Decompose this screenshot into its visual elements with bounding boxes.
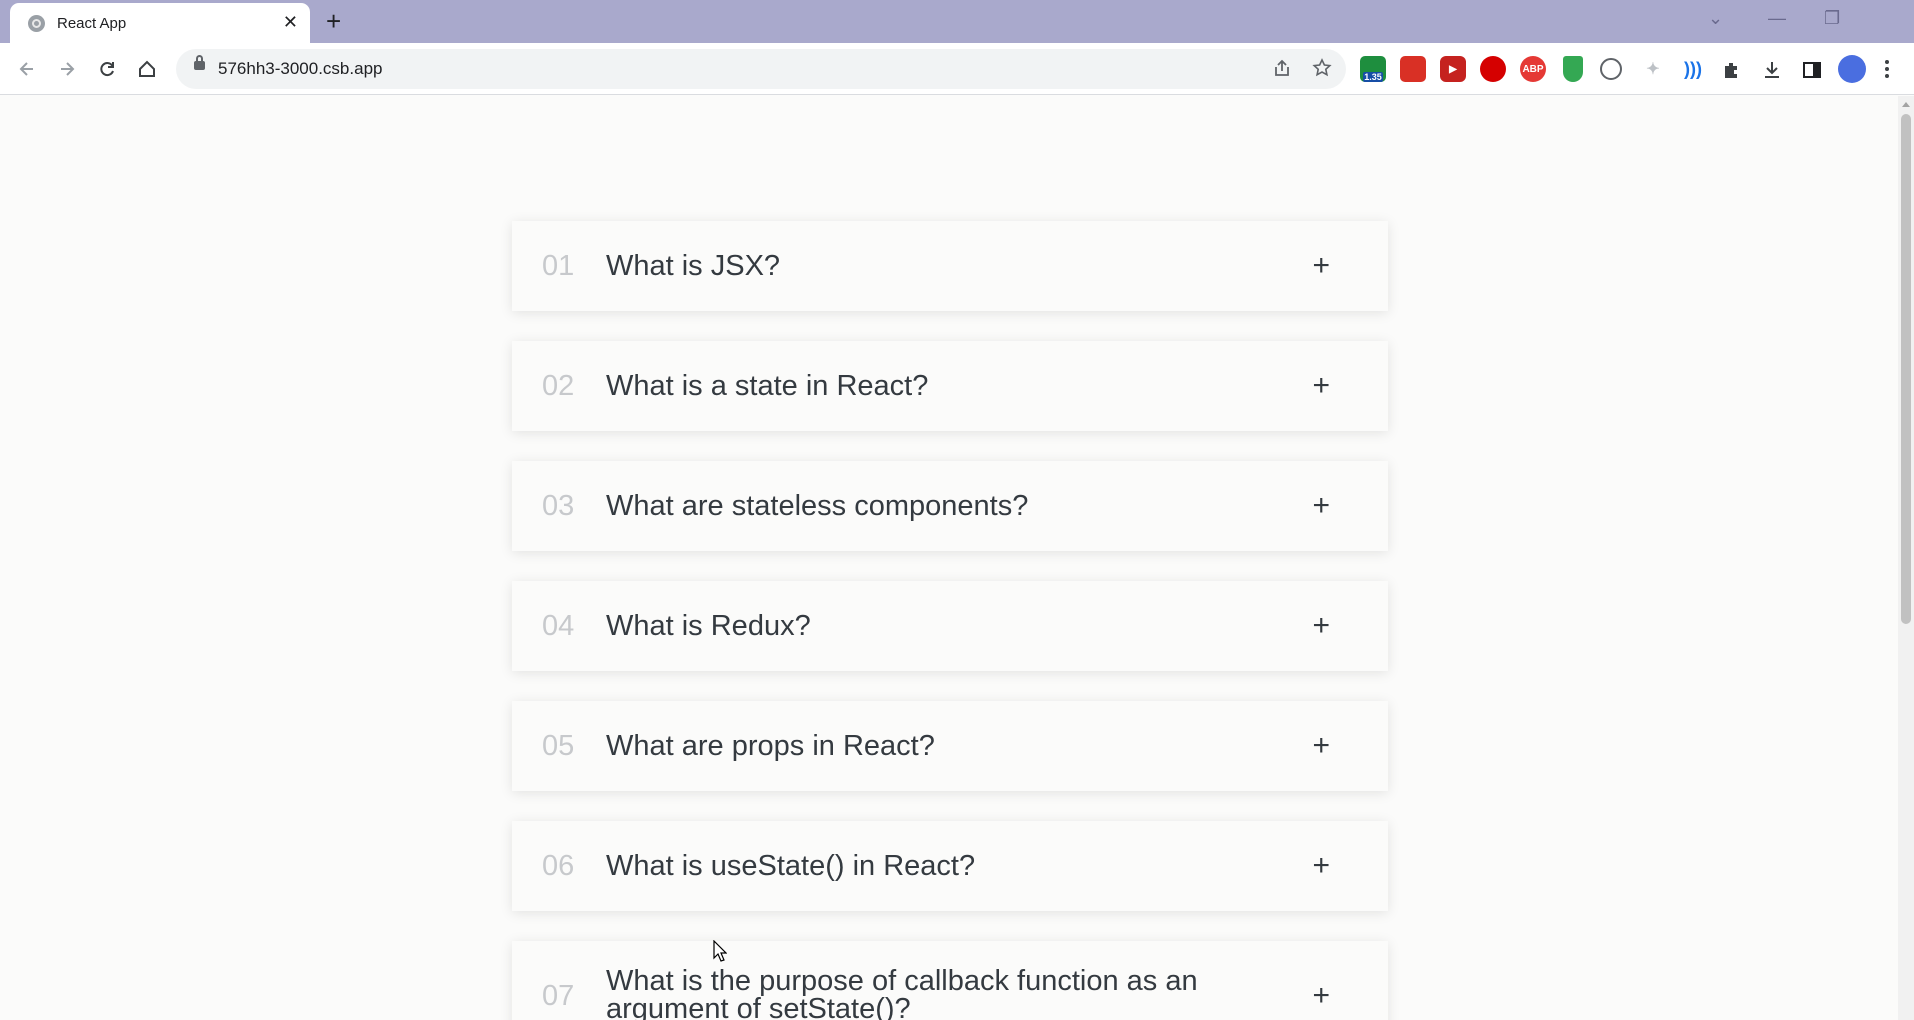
- extension-badge-icon[interactable]: 1.35: [1360, 56, 1386, 82]
- faq-item-number: 02: [542, 369, 575, 402]
- lock-icon: [194, 55, 205, 70]
- home-button[interactable]: [132, 54, 162, 84]
- faq-accordion: 01 What is JSX? + 02 What is a state in …: [512, 96, 1388, 1020]
- extensions-puzzle-icon[interactable]: [1722, 60, 1742, 80]
- faq-item[interactable]: 06 What is useState() in React? +: [512, 821, 1388, 911]
- expand-plus-icon[interactable]: +: [1312, 251, 1330, 281]
- tab-search-icon[interactable]: ⌄: [1708, 8, 1723, 29]
- profile-avatar[interactable]: [1838, 55, 1866, 83]
- faq-item-question[interactable]: What is Redux?: [606, 612, 1266, 641]
- faq-item[interactable]: 03 What are stateless components? +: [512, 461, 1388, 551]
- faq-item[interactable]: 05 What are props in React? +: [512, 701, 1388, 791]
- faq-item-number: 04: [542, 609, 575, 642]
- privacy-extension-icon[interactable]: [1600, 58, 1622, 80]
- faq-item-question[interactable]: What is a state in React?: [606, 372, 1266, 401]
- adblock-plus-icon[interactable]: ABP: [1520, 56, 1546, 82]
- home-icon: [139, 60, 155, 77]
- faq-item-number: 01: [542, 249, 575, 282]
- faq-item-question[interactable]: What is the purpose of callback function…: [606, 967, 1266, 1020]
- faq-item-question[interactable]: What is useState() in React?: [606, 852, 1266, 881]
- close-tab-icon[interactable]: ✕: [283, 13, 298, 31]
- forward-button[interactable]: [52, 54, 82, 84]
- restore-button[interactable]: ❐: [1824, 8, 1840, 29]
- expand-plus-icon[interactable]: +: [1312, 981, 1330, 1011]
- star-icon[interactable]: [1312, 58, 1332, 78]
- expand-plus-icon[interactable]: +: [1312, 851, 1330, 881]
- page-viewport: 01 What is JSX? + 02 What is a state in …: [0, 96, 1898, 1020]
- globe-icon: [28, 14, 45, 32]
- faq-item[interactable]: 07 What is the purpose of callback funct…: [512, 941, 1388, 1020]
- tab-react-app[interactable]: React App ✕: [10, 3, 310, 43]
- share-icon[interactable]: [1272, 58, 1292, 78]
- faq-item[interactable]: 01 What is JSX? +: [512, 221, 1388, 311]
- expand-plus-icon[interactable]: +: [1312, 371, 1330, 401]
- faq-item-number: 07: [542, 979, 575, 1012]
- minimize-button[interactable]: —: [1768, 8, 1786, 29]
- faq-item-question[interactable]: What are props in React?: [606, 732, 1266, 761]
- extension-badge-count: 1.35: [1363, 72, 1383, 82]
- page-scrollbar[interactable]: [1898, 96, 1914, 1020]
- mouse-cursor-icon: [713, 940, 727, 962]
- reload-icon: [100, 62, 114, 77]
- faq-item-question[interactable]: What are stateless components?: [606, 492, 1266, 521]
- faq-item[interactable]: 04 What is Redux? +: [512, 581, 1388, 671]
- menu-icon[interactable]: [1884, 59, 1890, 79]
- back-icon: [19, 62, 33, 76]
- media-extension-icon[interactable]: ▶: [1440, 56, 1466, 82]
- new-tab-button[interactable]: +: [326, 7, 341, 35]
- scrollbar-thumb[interactable]: [1901, 114, 1911, 624]
- browser-toolbar: 576hh3-3000.csb.app 1.35 ▶ ABP ✦ ))): [0, 43, 1914, 95]
- faq-item-number: 06: [542, 849, 575, 882]
- tab-title: React App: [57, 14, 127, 32]
- address-bar[interactable]: 576hh3-3000.csb.app: [176, 49, 1346, 89]
- reload-button[interactable]: [92, 54, 122, 84]
- sidepanel-icon[interactable]: [1802, 60, 1822, 80]
- wave-extension-icon[interactable]: ))): [1680, 56, 1706, 82]
- shield-extension-icon[interactable]: [1563, 56, 1583, 82]
- grid-extension-icon[interactable]: [1400, 56, 1426, 82]
- expand-plus-icon[interactable]: +: [1312, 491, 1330, 521]
- sparkle-extension-icon[interactable]: ✦: [1640, 56, 1666, 82]
- scroll-up-icon[interactable]: [1902, 102, 1910, 107]
- faq-item-number: 05: [542, 729, 575, 762]
- faq-item[interactable]: 02 What is a state in React? +: [512, 341, 1388, 431]
- back-button[interactable]: [12, 54, 42, 84]
- faq-item-question[interactable]: What is JSX?: [606, 252, 1266, 281]
- abp-label: ABP: [1522, 63, 1544, 75]
- faq-item-number: 03: [542, 489, 575, 522]
- ublock-icon[interactable]: [1480, 56, 1506, 82]
- expand-plus-icon[interactable]: +: [1312, 731, 1330, 761]
- forward-icon: [61, 62, 75, 76]
- expand-plus-icon[interactable]: +: [1312, 611, 1330, 641]
- download-icon[interactable]: [1762, 60, 1782, 80]
- tab-strip: React App ✕ + ⌄ — ❐: [0, 0, 1914, 43]
- url-text[interactable]: 576hh3-3000.csb.app: [218, 59, 382, 79]
